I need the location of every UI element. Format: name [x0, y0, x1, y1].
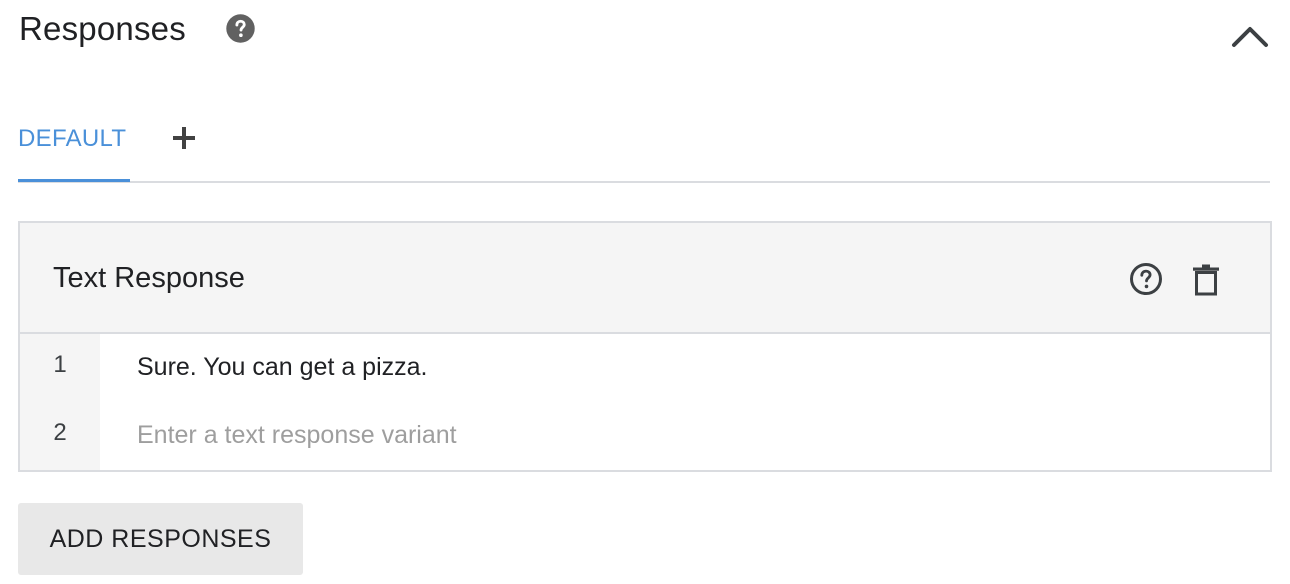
- row-number: 2: [53, 419, 67, 446]
- row-number: 1: [53, 351, 67, 378]
- card-header: Text Response: [20, 223, 1270, 334]
- tab-default[interactable]: DEFAULT: [18, 124, 130, 182]
- tab-default-label: DEFAULT: [18, 125, 127, 152]
- add-responses-button[interactable]: ADD RESPONSES: [18, 503, 303, 575]
- responses-section-header: Responses: [19, 0, 1271, 60]
- help-circle-outline-icon[interactable]: [1129, 262, 1163, 296]
- response-variant-input-2[interactable]: [137, 417, 1237, 453]
- chevron-up-icon[interactable]: [1231, 22, 1269, 50]
- response-rows: 1 2: [20, 334, 1270, 470]
- card-title: Text Response: [53, 262, 245, 294]
- section-title: Responses: [19, 10, 186, 47]
- response-tabs: DEFAULT: [18, 110, 1270, 183]
- response-variant-input-1[interactable]: [137, 349, 1237, 385]
- trash-icon[interactable]: [1192, 263, 1220, 297]
- help-circle-icon[interactable]: [225, 13, 256, 44]
- plus-icon[interactable]: [170, 124, 198, 152]
- active-tab-indicator: [18, 179, 130, 182]
- text-response-card: Text Response 1 2: [18, 221, 1272, 472]
